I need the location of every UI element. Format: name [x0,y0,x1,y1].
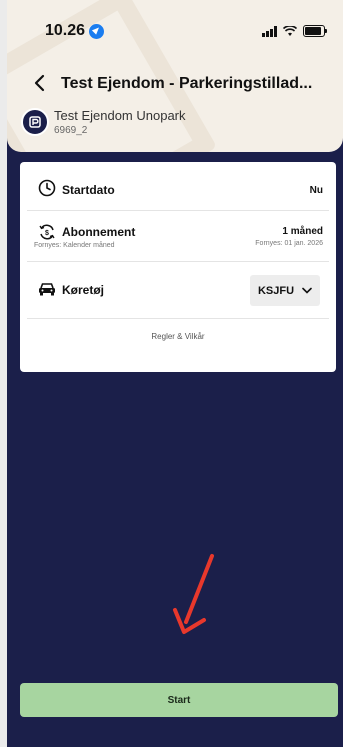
location-arrow-icon [89,23,105,39]
clock-icon [38,179,56,197]
vehicle-select[interactable]: KSJFU [250,275,320,306]
start-date-value: Nu [309,185,323,196]
subscription-value: 1 måned [282,226,323,237]
property-id: 6969_2 [54,125,88,136]
red-arrow-annotation [173,554,214,634]
subscription-renew-note: Fornyes: Kalender måned [34,242,115,249]
start-button[interactable]: Start [20,683,338,717]
property-name: Test Ejendom Unopark [54,108,186,123]
subscription-row[interactable]: $ Abonnement Fornyes: Kalender måned 1 m… [20,211,336,261]
battery-icon [303,25,327,37]
permit-form-card: Startdato Nu $ Abonnement Fornyes: Kalen… [20,162,336,372]
back-chevron-icon[interactable] [29,72,51,94]
subscription-renew-icon: $ [39,224,55,240]
svg-text:$: $ [45,230,49,237]
status-bar-icons [262,25,327,37]
signal-icon [262,25,277,37]
status-bar-time: 10.26 [45,22,105,40]
chevron-down-icon [302,287,312,294]
clock-text: 10.26 [45,22,86,39]
car-icon [39,283,55,296]
subscription-renew-date: Fornyes: 01 jan. 2026 [255,240,323,247]
vehicle-selected-value: KSJFU [257,284,295,297]
divider [27,318,329,319]
subscription-label: Abonnement [62,225,136,239]
start-date-label: Startdato [62,183,115,197]
start-date-row[interactable]: Startdato Nu [20,162,336,210]
page-title: Test Ejendom - Parkeringstillad... [61,75,313,92]
wifi-icon [283,25,297,36]
app-screen: 10.26 Test Ejendom - Parkeringstillad... [7,0,343,747]
property-logo-icon [21,108,49,136]
terms-link[interactable]: Regler & Vilkår [20,332,336,341]
vehicle-label: Køretøj [62,283,104,297]
header: 10.26 Test Ejendom - Parkeringstillad... [7,0,343,152]
